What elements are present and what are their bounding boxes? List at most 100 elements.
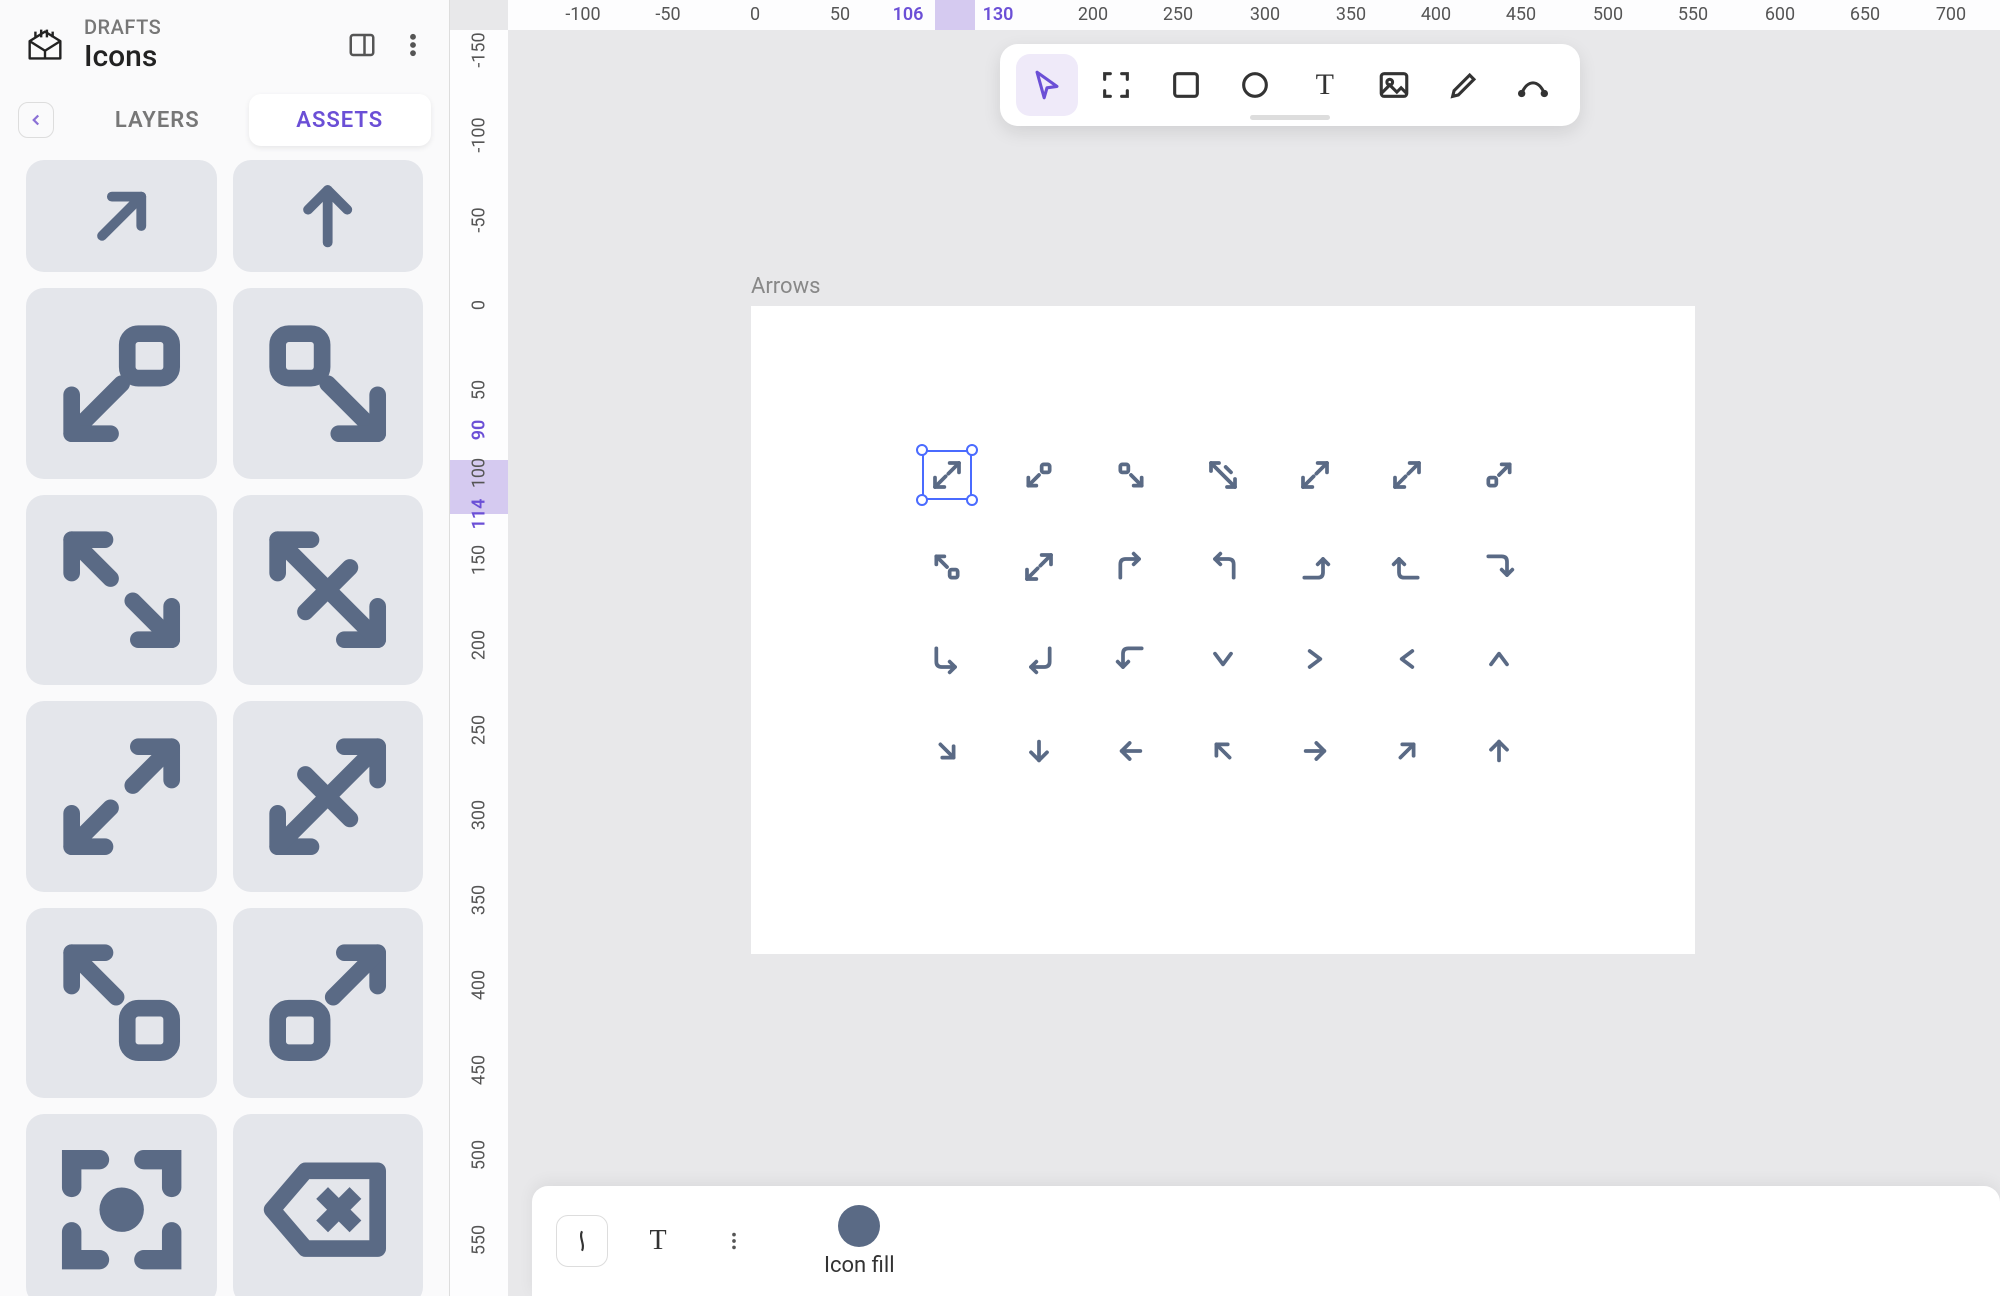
expand-nw-se-crossed-icon[interactable] — [233, 495, 424, 686]
ruler-v-tick: 300 — [469, 800, 490, 830]
return-icon[interactable] — [1008, 628, 1070, 690]
bottom-more-button[interactable] — [708, 1215, 760, 1267]
chevron-left-icon[interactable] — [1376, 628, 1438, 690]
ruler-v-tick: 450 — [469, 1055, 490, 1085]
arrow-up-icon[interactable] — [1468, 720, 1530, 782]
ruler-h-tick: 0 — [750, 4, 760, 25]
ruler-h-tick: 450 — [1506, 4, 1536, 25]
expand-ne-sw-b-icon[interactable] — [1284, 444, 1346, 506]
ruler-v-tick: 90 — [469, 420, 490, 441]
focus-target-icon[interactable] — [26, 1114, 217, 1296]
chevron-down-icon[interactable] — [1192, 628, 1254, 690]
toolbar-grip[interactable] — [1250, 115, 1330, 120]
ruler-v-tick: -100 — [469, 117, 490, 152]
frame-tool[interactable] — [1085, 54, 1147, 116]
ruler-v-tick: 50 — [469, 380, 490, 400]
fill-swatch[interactable] — [838, 1205, 880, 1247]
ruler-h-tick: 600 — [1765, 4, 1795, 25]
arrow-left-icon[interactable] — [1100, 720, 1162, 782]
canvas[interactable]: T Arrows T Icon fill — [508, 30, 2000, 1296]
app-logo[interactable] — [22, 22, 68, 68]
expand-ne-sw-icon[interactable] — [1008, 536, 1070, 598]
text-style-button[interactable]: T — [632, 1215, 684, 1267]
expand-nw-se-icon[interactable] — [26, 495, 217, 686]
expand-cross-a-icon[interactable] — [1192, 444, 1254, 506]
ruler-v-tick: 200 — [469, 630, 490, 660]
turn-down-left-icon[interactable] — [1468, 536, 1530, 598]
frame-label[interactable]: Arrows — [751, 274, 820, 299]
select-tool[interactable] — [1016, 54, 1078, 116]
expand-sw-ne-crossed-icon[interactable] — [233, 701, 424, 892]
turn-right-icon[interactable] — [1284, 536, 1346, 598]
ruler-h-tick: 50 — [830, 4, 850, 25]
tab-back-button[interactable] — [18, 102, 54, 138]
ruler-v-tick: 150 — [469, 545, 490, 575]
ruler-h-tick: 200 — [1078, 4, 1108, 25]
ruler-horizontal[interactable]: -100-50050106130200250300350400450500550… — [508, 0, 2000, 30]
text-tool[interactable]: T — [1294, 54, 1356, 116]
ruler-h-tick: 350 — [1336, 4, 1366, 25]
tab-layers[interactable]: LAYERS — [66, 94, 249, 146]
image-tool[interactable] — [1363, 54, 1425, 116]
ruler-v-tick: 500 — [469, 1140, 490, 1170]
main-toolbar: T — [1000, 44, 1580, 126]
ruler-h-tick: 130 — [983, 4, 1014, 25]
collapse-se-icon[interactable] — [233, 288, 424, 479]
ruler-v-tick: 400 — [469, 970, 490, 1000]
pencil-tool[interactable] — [1433, 54, 1495, 116]
turn-down-icon[interactable] — [1100, 628, 1162, 690]
ruler-v-tick: 114 — [469, 499, 490, 530]
collapse-sw-icon[interactable] — [1008, 444, 1070, 506]
corner-up-right-icon[interactable] — [1192, 536, 1254, 598]
frame-icon-grid — [916, 444, 1530, 782]
ruler-h-tick: 500 — [1593, 4, 1623, 25]
expand-nw-box-icon[interactable] — [26, 908, 217, 1099]
rectangle-tool[interactable] — [1155, 54, 1217, 116]
ruler-h-tick: 106 — [893, 4, 924, 25]
breadcrumb-parent[interactable]: DRAFTS — [84, 15, 325, 39]
expand-sw-ne-icon[interactable] — [26, 701, 217, 892]
backspace-icon[interactable] — [233, 1114, 424, 1296]
ruler-v-tick: 100 — [469, 458, 490, 488]
expand-ne-box-icon[interactable] — [233, 908, 424, 1099]
stroke-style-button[interactable] — [556, 1215, 608, 1267]
bottom-bar: T Icon fill — [532, 1186, 2000, 1296]
turn-left-icon[interactable] — [1376, 536, 1438, 598]
corner-up-left-icon[interactable] — [1100, 536, 1162, 598]
panel-toggle-button[interactable] — [341, 24, 383, 66]
ruler-h-tick: -50 — [655, 4, 680, 25]
ruler-h-tick: 250 — [1163, 4, 1193, 25]
expand-nw-se-icon[interactable] — [916, 444, 978, 506]
arrow-down-icon[interactable] — [1008, 720, 1070, 782]
ruler-h-tick: 550 — [1678, 4, 1708, 25]
chevron-right-icon[interactable] — [1284, 628, 1346, 690]
arrow-ne-icon[interactable] — [26, 160, 217, 272]
ruler-v-tick: -50 — [469, 207, 490, 232]
arrow-nw-icon[interactable] — [1192, 720, 1254, 782]
ruler-h-tick: 300 — [1250, 4, 1280, 25]
pen-tool[interactable] — [1502, 54, 1564, 116]
chevron-up-icon[interactable] — [1468, 628, 1530, 690]
arrow-se-icon[interactable] — [916, 720, 978, 782]
ruler-vertical[interactable]: -150-100-5005090100114150200250300350400… — [450, 30, 508, 1296]
arrow-ne-icon[interactable] — [1376, 720, 1438, 782]
more-button[interactable] — [399, 24, 427, 66]
fill-label: Icon fill — [824, 1253, 895, 1278]
assets-grid[interactable] — [0, 150, 449, 1296]
collapse-se-icon[interactable] — [1100, 444, 1162, 506]
ruler-h-tick: 650 — [1850, 4, 1880, 25]
ruler-v-tick: 550 — [469, 1225, 490, 1255]
expand-out-icon[interactable] — [1376, 444, 1438, 506]
collapse-nw-box-icon[interactable] — [916, 536, 978, 598]
tab-assets[interactable]: ASSETS — [249, 94, 432, 146]
arrow-up-icon[interactable] — [233, 160, 424, 272]
turn-down-right-icon[interactable] — [916, 628, 978, 690]
document-title[interactable]: Icons — [84, 39, 325, 75]
collapse-sw-icon[interactable] — [26, 288, 217, 479]
ruler-h-tick: -100 — [565, 4, 600, 25]
arrow-right-icon[interactable] — [1284, 720, 1346, 782]
ruler-v-tick: -150 — [469, 32, 490, 67]
expand-ne-icon[interactable] — [1468, 444, 1530, 506]
ellipse-tool[interactable] — [1224, 54, 1286, 116]
canvas-region: -100 -50 0 50 106 130 200 250 300 350 400 450 500 550… — [450, 0, 2000, 1296]
